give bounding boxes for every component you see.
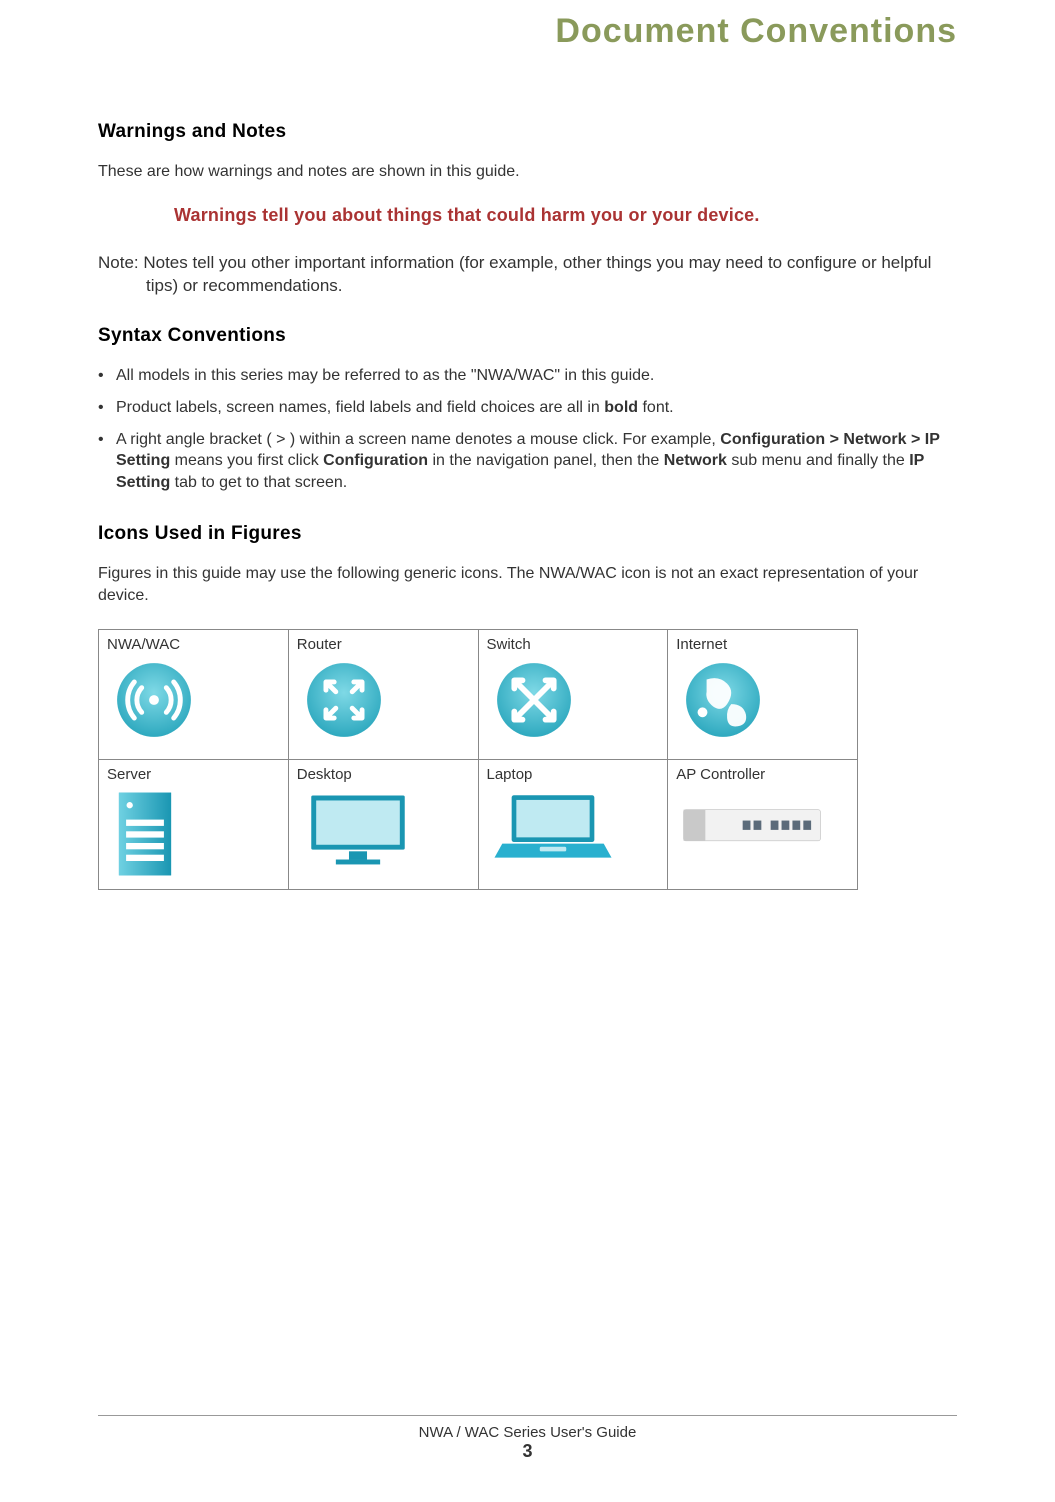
icons-intro: Figures in this guide may use the follow… (98, 563, 957, 606)
bullet-2-bold: bold (604, 399, 638, 416)
note-text: Note: Notes tell you other important inf… (98, 252, 957, 298)
label-server: Server (107, 766, 280, 783)
bullet-3-post: tab to get to that screen. (170, 474, 347, 491)
laptop-icon (487, 787, 660, 867)
page-footer: NWA / WAC Series User's Guide 3 (0, 1415, 1055, 1462)
cell-router: Router (288, 629, 478, 759)
cell-server: Server (99, 759, 289, 889)
label-internet: Internet (676, 636, 849, 653)
cell-internet: Internet (668, 629, 858, 759)
footer-guide-name: NWA / WAC Series User's Guide (0, 1424, 1055, 1441)
icons-table: NWA/WAC Router (98, 629, 858, 890)
bullet-3-bold2: Configuration (323, 452, 428, 469)
bullet-3: A right angle bracket ( > ) within a scr… (98, 429, 957, 494)
warning-text: Warnings tell you about things that coul… (174, 205, 957, 226)
bullet-2: Product labels, screen names, field labe… (98, 397, 957, 419)
server-icon (107, 787, 280, 879)
bullet-2-pre: Product labels, screen names, field labe… (116, 399, 604, 416)
label-ap-controller: AP Controller (676, 766, 849, 783)
label-router: Router (297, 636, 470, 653)
heading-icons: Icons Used in Figures (98, 523, 957, 545)
switch-icon (487, 657, 660, 741)
cell-ap-controller: AP Controller (668, 759, 858, 889)
heading-syntax: Syntax Conventions (98, 325, 957, 347)
nwa-wac-icon (107, 657, 280, 741)
bullet-2-post: font. (638, 399, 674, 416)
desktop-icon (297, 787, 470, 871)
heading-warnings-notes: Warnings and Notes (98, 121, 957, 143)
label-nwa-wac: NWA/WAC (107, 636, 280, 653)
cell-nwa-wac: NWA/WAC (99, 629, 289, 759)
bullet-3-mid1: means you first click (170, 452, 323, 469)
bullet-1: All models in this series may be referre… (98, 365, 957, 387)
page-title: Document Conventions (98, 12, 957, 51)
bullet-3-bold3: Network (664, 452, 727, 469)
label-switch: Switch (487, 636, 660, 653)
ap-controller-icon (676, 787, 849, 847)
bullet-3-mid3: sub menu and finally the (727, 452, 909, 469)
label-laptop: Laptop (487, 766, 660, 783)
label-desktop: Desktop (297, 766, 470, 783)
internet-icon (676, 657, 849, 741)
cell-laptop: Laptop (478, 759, 668, 889)
page-number: 3 (0, 1441, 1055, 1462)
warnings-notes-intro: These are how warnings and notes are sho… (98, 161, 957, 183)
bullet-3-mid2: in the navigation panel, then the (428, 452, 664, 469)
cell-desktop: Desktop (288, 759, 478, 889)
bullet-3-pre: A right angle bracket ( > ) within a scr… (116, 431, 720, 448)
cell-switch: Switch (478, 629, 668, 759)
router-icon (297, 657, 470, 741)
syntax-bullets: All models in this series may be referre… (98, 365, 957, 493)
